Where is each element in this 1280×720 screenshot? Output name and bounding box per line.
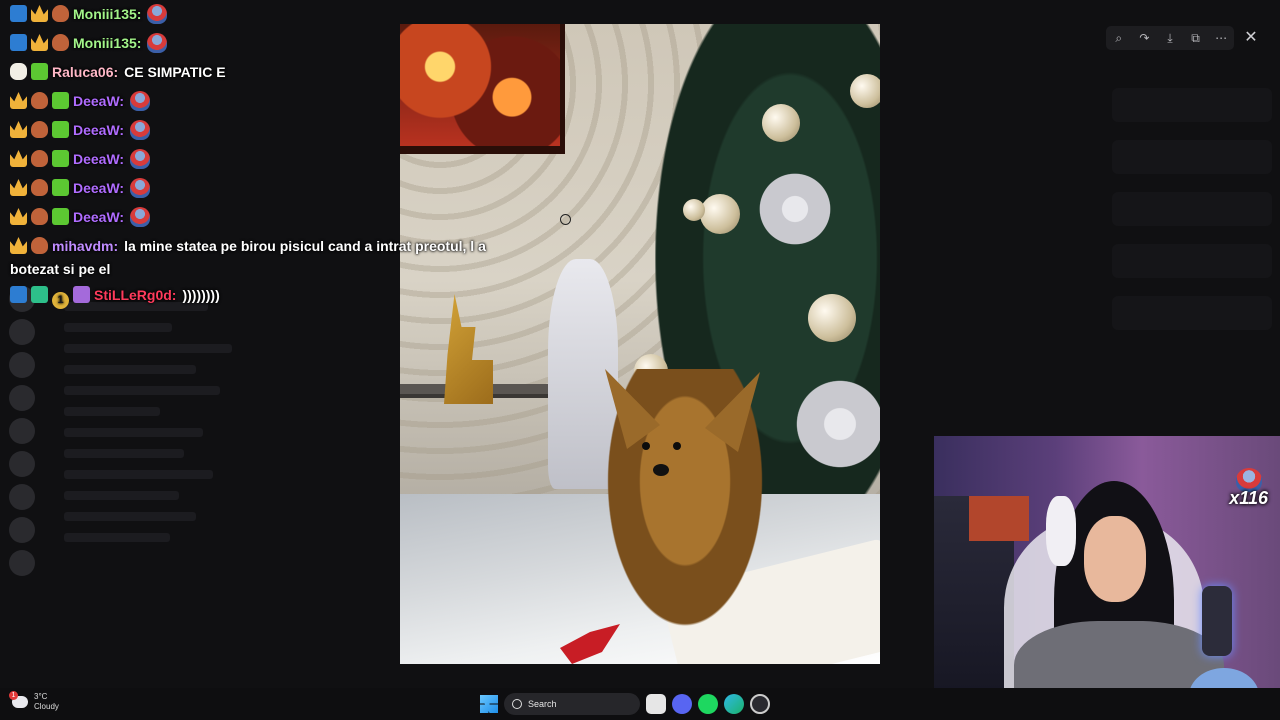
streamer — [1084, 516, 1146, 602]
edge-icon[interactable] — [724, 694, 744, 714]
emote-icon — [147, 33, 168, 53]
chat-username[interactable]: DeeaW: — [73, 93, 124, 109]
fox-badge-icon — [52, 5, 69, 22]
tea-badge-icon — [10, 63, 27, 80]
box-badge-icon — [73, 286, 90, 303]
close-viewer-button[interactable]: ✕ — [1240, 27, 1262, 49]
server-icon — [9, 517, 35, 543]
chat-message: DeeaW: — [10, 87, 500, 116]
search-icon — [512, 699, 522, 709]
start-button[interactable] — [480, 695, 498, 713]
chat-username[interactable]: DeeaW: — [73, 209, 124, 225]
fox-badge-icon — [31, 150, 48, 167]
fox-badge-icon — [52, 34, 69, 51]
chat-username[interactable]: Raluca06: — [52, 64, 118, 80]
file-explorer-icon[interactable] — [646, 694, 666, 714]
emote-icon — [130, 91, 151, 111]
fox-badge-icon — [31, 92, 48, 109]
crown-badge-icon — [10, 208, 27, 225]
mod-badge-icon — [10, 286, 27, 303]
chat-username[interactable]: StiLLeRg0d: — [94, 287, 176, 303]
weather-widget[interactable]: 1 3°C Cloudy — [9, 691, 59, 712]
gift-badge-icon — [52, 150, 69, 167]
chat-message: Raluca06: CE SIMPATIC E — [10, 58, 500, 87]
cloud-icon: 1 — [9, 691, 28, 708]
headset — [1046, 496, 1076, 566]
zoom-cursor-icon — [560, 214, 571, 225]
weather-temp: 3°C — [34, 692, 48, 701]
chat-message: Moniii135: — [10, 0, 500, 29]
crown-badge-icon — [31, 34, 48, 51]
server-icon — [9, 418, 35, 444]
chat-text: )))))))) — [182, 287, 220, 303]
open-in-browser-icon[interactable]: ⧉ — [1186, 31, 1206, 46]
chat-message: DeeaW: — [10, 174, 500, 203]
crown-badge-icon — [10, 150, 27, 167]
chat-message: mihavdm: la mine statea pe birou pisicul … — [10, 232, 500, 281]
crown-badge-icon — [10, 121, 27, 138]
discord-icon[interactable] — [672, 694, 692, 714]
fox-badge-icon — [31, 208, 48, 225]
steam-icon[interactable] — [750, 694, 770, 714]
search-placeholder: Search — [528, 699, 557, 709]
chat-username[interactable]: Moniii135: — [73, 6, 141, 22]
emote-icon — [130, 120, 151, 140]
crown-badge-icon — [10, 179, 27, 196]
chat-username[interactable]: DeeaW: — [73, 151, 124, 167]
spotify-icon[interactable] — [698, 694, 718, 714]
weather-condition: Cloudy — [34, 702, 59, 711]
server-icon — [9, 352, 35, 378]
channel-list — [52, 290, 292, 670]
emote-icon — [147, 4, 168, 24]
chat-username[interactable]: Moniii135: — [73, 35, 141, 51]
emote-counter: x116 — [1229, 468, 1268, 509]
emote-icon — [130, 149, 151, 169]
chat-message: DeeaW: — [10, 203, 500, 232]
gift-badge-icon — [52, 121, 69, 138]
taskbar-apps: Search — [480, 692, 770, 716]
fox-badge-icon — [31, 179, 48, 196]
server-icon — [9, 550, 35, 576]
emote-icon — [130, 178, 151, 198]
taskbar-search[interactable]: Search — [504, 693, 640, 715]
zoom-icon[interactable]: ⌕ — [1109, 31, 1129, 46]
download-icon[interactable]: ⤓ — [1160, 31, 1180, 46]
forward-icon[interactable]: ↷ — [1134, 31, 1154, 45]
microphone — [1202, 586, 1232, 656]
crown-badge-icon — [10, 92, 27, 109]
image-viewer-toolbar: ⌕ ↷ ⤓ ⧉ ⋯ — [1106, 26, 1234, 50]
fox-badge-icon — [31, 237, 48, 254]
more-options-icon[interactable]: ⋯ — [1211, 31, 1231, 45]
num-badge-icon: 1 — [52, 292, 69, 309]
server-sidebar — [0, 280, 44, 680]
chat-username[interactable]: DeeaW: — [73, 122, 124, 138]
member-list — [1112, 70, 1272, 390]
gift-badge-icon — [52, 179, 69, 196]
server-icon — [9, 484, 35, 510]
notification-badge: 1 — [9, 691, 18, 700]
chat-message: DeeaW: — [10, 116, 500, 145]
gift-badge-icon — [52, 92, 69, 109]
gift-badge-icon — [52, 208, 69, 225]
server-icon — [9, 385, 35, 411]
chat-username[interactable]: DeeaW: — [73, 180, 124, 196]
counter-text: x116 — [1229, 488, 1268, 508]
gift-badge-icon — [31, 63, 48, 80]
mod-badge-icon — [10, 34, 27, 51]
stream-chat-overlay: Moniii135: Moniii135: Raluca06: CE SIMPATIC… — [10, 0, 500, 310]
crown-badge-icon — [10, 237, 27, 254]
crown-badge-icon — [31, 5, 48, 22]
mod-badge-icon — [10, 5, 27, 22]
server-icon — [9, 451, 35, 477]
emote-icon — [130, 207, 151, 227]
fox-badge-icon — [31, 121, 48, 138]
chat-message: DeeaW: — [10, 145, 500, 174]
chat-text: CE SIMPATIC E — [124, 64, 226, 80]
chat-username[interactable]: mihavdm: — [52, 238, 118, 254]
webcam-feed: x116 — [934, 436, 1280, 720]
green-badge-icon — [31, 286, 48, 303]
server-icon — [9, 319, 35, 345]
chat-message: 1 StiLLeRg0d:)))))))) — [10, 281, 500, 310]
chat-message: Moniii135: — [10, 29, 500, 58]
